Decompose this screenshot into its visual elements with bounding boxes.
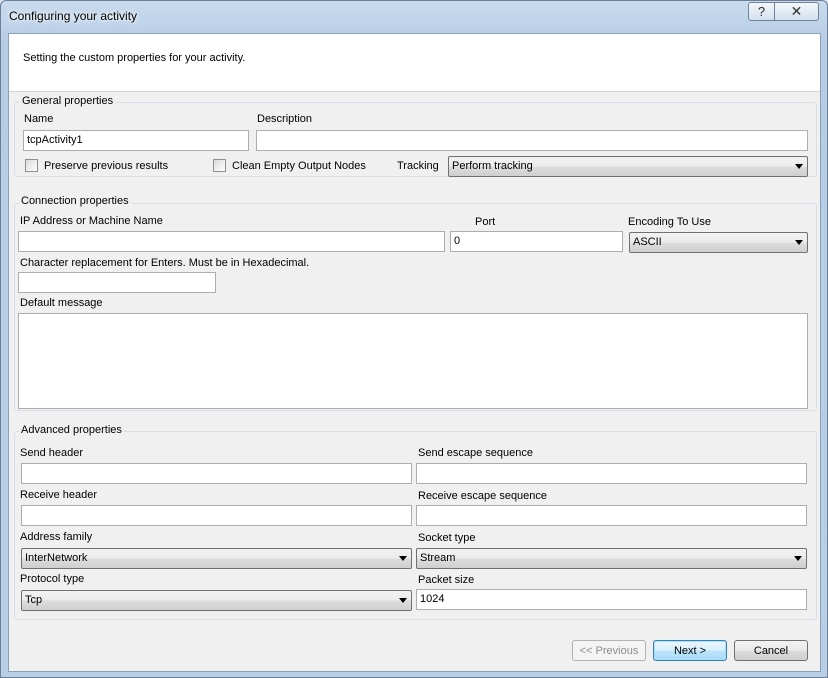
chevron-down-icon [795, 164, 803, 169]
chevron-down-icon [399, 556, 407, 561]
next-button[interactable]: Next > [653, 640, 727, 661]
protocol-type-label: Protocol type [20, 573, 85, 585]
chevron-down-icon [795, 240, 803, 245]
socket-type-value: Stream [420, 552, 456, 564]
receive-escape-label: Receive escape sequence [418, 490, 548, 502]
cancel-button[interactable]: Cancel [734, 640, 808, 661]
send-escape-label: Send escape sequence [418, 447, 533, 459]
tracking-label: Tracking [397, 160, 439, 172]
address-family-value: InterNetwork [25, 552, 88, 564]
name-label: Name [24, 113, 54, 125]
connection-properties-title: Connection properties [19, 195, 131, 207]
default-message-label: Default message [20, 297, 103, 309]
char-replacement-label: Character replacement for Enters. Must b… [20, 257, 310, 269]
packet-size-label: Packet size [418, 574, 475, 586]
encoding-value: ASCII [633, 236, 662, 248]
preserve-results-label: Preserve previous results [44, 159, 169, 172]
header-text: Setting the custom properties for your a… [23, 52, 246, 64]
default-message-textarea[interactable] [18, 313, 808, 409]
close-icon: ✕ [790, 3, 803, 19]
advanced-properties-title: Advanced properties [19, 424, 124, 436]
name-input[interactable]: tcpActivity1 [23, 130, 249, 151]
dialog-window: Configuring your activity ? ✕ Setting th… [0, 0, 828, 678]
receive-escape-input[interactable] [416, 505, 807, 526]
window-title: Configuring your activity [9, 9, 138, 23]
previous-button[interactable]: << Previous [572, 640, 646, 661]
dialog-client: Setting the custom properties for your a… [8, 33, 821, 672]
encoding-select[interactable]: ASCII [629, 232, 808, 253]
chevron-down-icon [794, 556, 802, 561]
chevron-down-icon [399, 598, 407, 603]
general-properties-title: General properties [20, 95, 116, 107]
socket-type-select[interactable]: Stream [416, 548, 807, 569]
protocol-type-value: Tcp [25, 594, 43, 606]
title-bar[interactable]: Configuring your activity ? ✕ [1, 1, 827, 33]
tracking-select[interactable]: Perform tracking [448, 156, 808, 177]
title-buttons: ? ✕ [748, 2, 819, 21]
socket-type-label: Socket type [418, 532, 476, 544]
receive-header-label: Receive header [20, 489, 98, 501]
close-button[interactable]: ✕ [775, 2, 819, 21]
receive-header-input[interactable] [21, 505, 412, 526]
ip-address-label: IP Address or Machine Name [20, 215, 163, 227]
port-input[interactable]: 0 [450, 231, 623, 252]
clean-empty-nodes-label: Clean Empty Output Nodes [232, 159, 366, 172]
encoding-label: Encoding To Use [628, 216, 711, 228]
header-area: Setting the custom properties for your a… [9, 34, 820, 92]
checkbox-box [213, 159, 226, 172]
address-family-label: Address family [20, 531, 93, 543]
help-button[interactable]: ? [748, 2, 775, 21]
char-replacement-input[interactable] [18, 272, 216, 293]
send-escape-input[interactable] [416, 463, 807, 484]
protocol-type-select[interactable]: Tcp [21, 590, 412, 611]
description-input[interactable] [256, 130, 808, 151]
send-header-input[interactable] [21, 463, 412, 484]
port-label: Port [475, 216, 496, 228]
clean-empty-nodes-checkbox[interactable]: Clean Empty Output Nodes [213, 159, 366, 172]
preserve-results-checkbox[interactable]: Preserve previous results [25, 159, 168, 172]
help-icon: ? [757, 4, 766, 19]
send-header-label: Send header [20, 447, 83, 459]
ip-address-input[interactable] [18, 231, 445, 252]
packet-size-input[interactable]: 1024 [416, 589, 807, 610]
checkbox-box [25, 159, 38, 172]
description-label: Description [257, 113, 313, 125]
tracking-value: Perform tracking [452, 160, 533, 172]
address-family-select[interactable]: InterNetwork [21, 548, 412, 569]
